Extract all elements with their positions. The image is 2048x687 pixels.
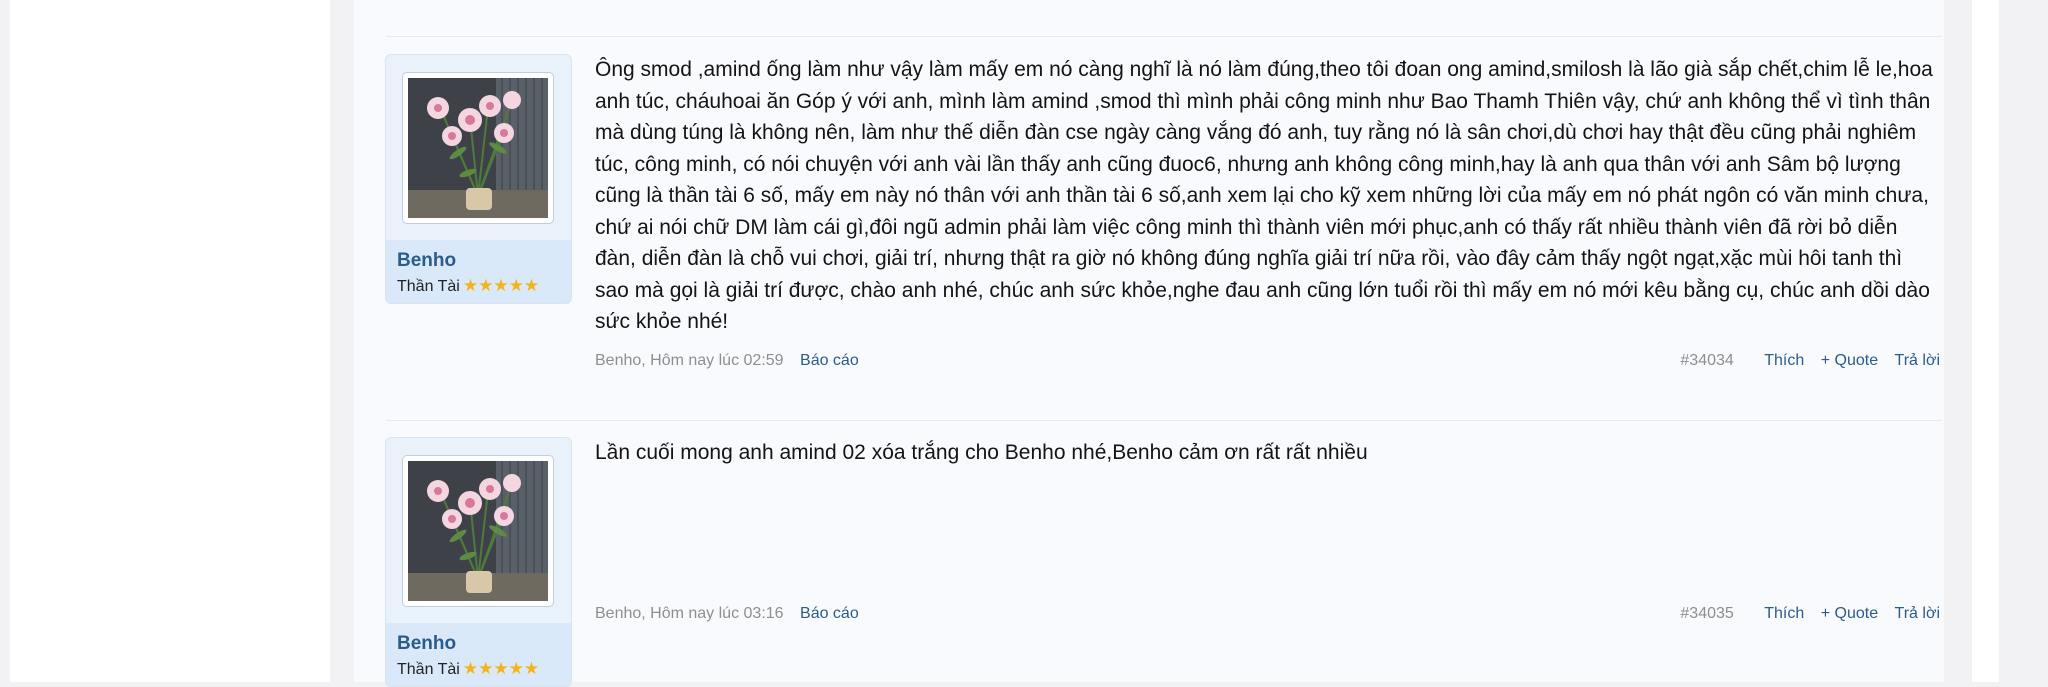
- user-rank: Thần Tài: [397, 661, 460, 678]
- post-actions: #34034 Thích + Quote Trả lời: [1680, 352, 1940, 370]
- avatar[interactable]: [402, 72, 554, 224]
- post-divider: [386, 420, 1942, 421]
- post-footer: Benho, Hôm nay lúc 02:59 Báo cáo #34034 …: [595, 352, 1940, 376]
- avatar-image: [408, 461, 548, 601]
- post-number-link[interactable]: #34034: [1680, 352, 1733, 369]
- report-link[interactable]: Báo cáo: [800, 605, 859, 622]
- star-icon: ★★★★★: [462, 276, 540, 295]
- user-title: Thần Tài ★★★★★: [397, 659, 539, 679]
- post-message: Ông smod ,amind ống làm như vậy làm mấy …: [595, 54, 1940, 338]
- left-gutter: [330, 0, 354, 682]
- post-actions: #34035 Thích + Quote Trả lời: [1680, 605, 1940, 623]
- quote-link[interactable]: + Quote: [1821, 605, 1878, 622]
- user-title: Thần Tài ★★★★★: [397, 276, 539, 296]
- post-footer: Benho, Hôm nay lúc 03:16 Báo cáo #34035 …: [595, 605, 1940, 629]
- report-link[interactable]: Báo cáo: [800, 352, 859, 369]
- reply-link[interactable]: Trả lời: [1895, 605, 1940, 622]
- like-link[interactable]: Thích: [1764, 352, 1804, 369]
- message-text: Lần cuối mong anh amind 02 xóa trắng cho…: [595, 441, 1368, 464]
- post-divider: [386, 36, 1942, 37]
- post-message: Lần cuối mong anh amind 02 xóa trắng cho…: [595, 437, 1940, 469]
- right-background-panel: [1972, 0, 1999, 682]
- user-info-card: Benho Thần Tài ★★★★★: [385, 437, 572, 687]
- username-link[interactable]: Benho: [397, 250, 456, 272]
- left-background-panel: [10, 0, 330, 682]
- right-gutter: [1944, 0, 1972, 682]
- star-icon: ★★★★★: [462, 659, 540, 678]
- reply-link[interactable]: Trả lời: [1895, 352, 1940, 369]
- post-number-link[interactable]: #34035: [1680, 605, 1733, 622]
- username-link[interactable]: Benho: [397, 633, 456, 655]
- author-date[interactable]: Benho, Hôm nay lúc 02:59: [595, 352, 784, 369]
- user-meta: Benho Thần Tài ★★★★★: [386, 623, 571, 686]
- user-info-card: Benho Thần Tài ★★★★★: [385, 54, 572, 304]
- quote-link[interactable]: + Quote: [1821, 352, 1878, 369]
- avatar[interactable]: [402, 455, 554, 607]
- like-link[interactable]: Thích: [1764, 605, 1804, 622]
- avatar-image: [408, 78, 548, 218]
- author-date[interactable]: Benho, Hôm nay lúc 03:16: [595, 605, 784, 622]
- user-meta: Benho Thần Tài ★★★★★: [386, 240, 571, 303]
- message-text: Ông smod ,amind ống làm như vậy làm mấy …: [595, 58, 1933, 333]
- user-rank: Thần Tài: [397, 278, 460, 295]
